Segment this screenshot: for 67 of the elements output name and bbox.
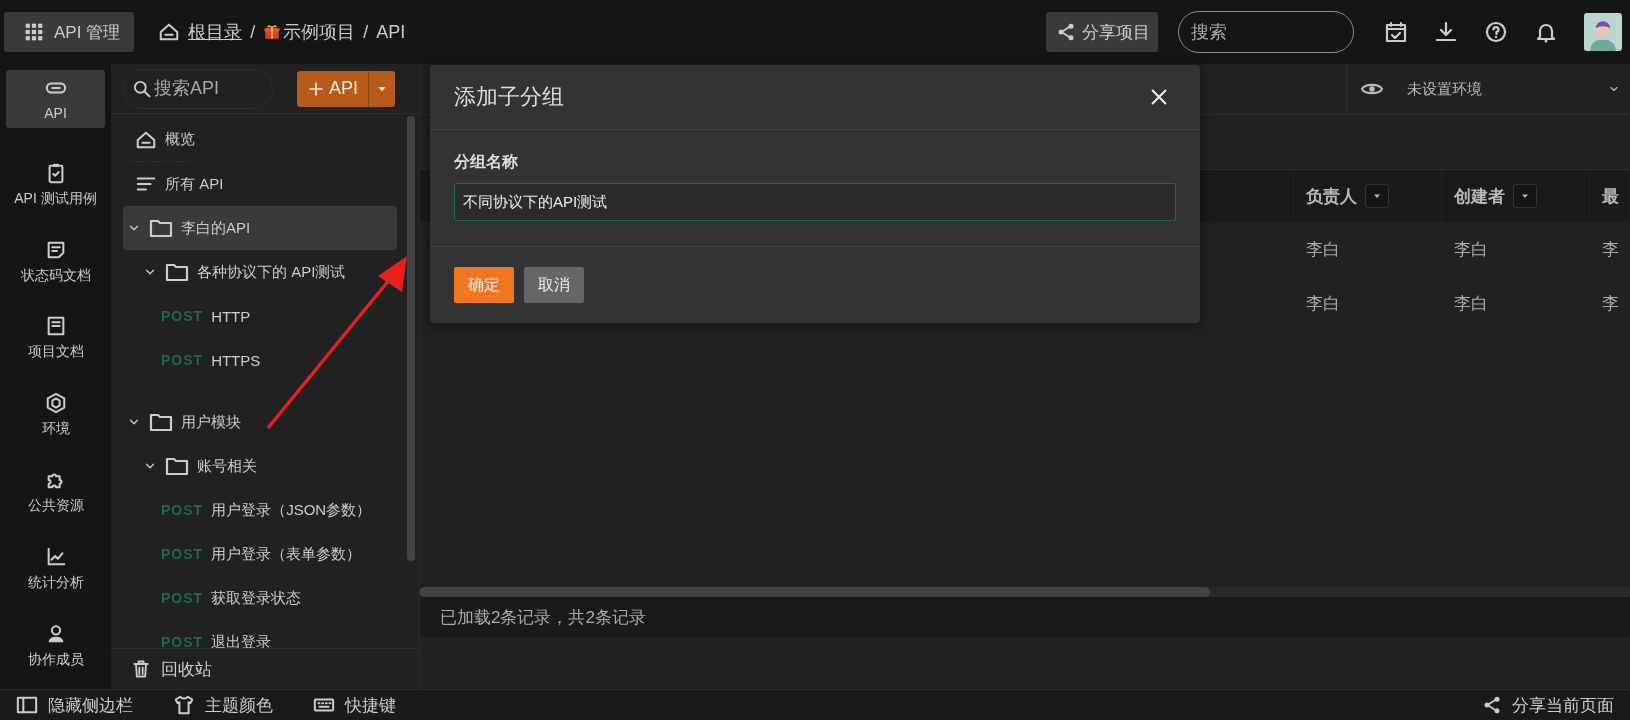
column-header[interactable]: 最 bbox=[1590, 170, 1630, 222]
search-field[interactable]: 搜索 bbox=[1178, 11, 1354, 53]
cube-icon bbox=[44, 392, 67, 415]
nav-item[interactable]: 协作成员 bbox=[6, 608, 105, 683]
breadcrumb-current: API bbox=[376, 21, 406, 43]
filter-dropdown-button[interactable] bbox=[1513, 184, 1537, 208]
plus-icon bbox=[307, 79, 325, 98]
sidebar-icon bbox=[16, 694, 38, 716]
table-cell-text: 李白 bbox=[1305, 292, 1341, 315]
tree-item[interactable]: 用户模块 bbox=[123, 400, 241, 444]
share-icon bbox=[1056, 22, 1076, 42]
nav-item[interactable]: API bbox=[6, 70, 105, 128]
group-name-field[interactable]: 不同协议下的API测试 bbox=[454, 183, 1176, 221]
environment-selector[interactable]: 未设置环境 bbox=[1346, 64, 1630, 114]
footer-action[interactable]: 隐藏侧边栏 bbox=[16, 693, 133, 717]
field-label: 分组名称 bbox=[454, 152, 519, 172]
nav-item[interactable]: 统计分析 bbox=[6, 531, 105, 607]
nav-item[interactable]: 环境 bbox=[6, 377, 105, 453]
search-field[interactable]: 搜索API bbox=[123, 68, 273, 109]
nav-item[interactable]: 状态码文档 bbox=[6, 224, 105, 300]
breadcrumb-separator: / bbox=[250, 21, 256, 43]
column-header[interactable]: 创建者 bbox=[1442, 170, 1590, 222]
avatar[interactable] bbox=[1584, 13, 1622, 51]
tree-item[interactable]: POST 退出登录 bbox=[123, 620, 272, 648]
dialog-title: 添加子分组 bbox=[454, 83, 564, 111]
tree-item[interactable]: POST 获取登录状态 bbox=[123, 576, 302, 620]
share-icon bbox=[1482, 695, 1502, 715]
tree-item[interactable]: 概览 bbox=[123, 118, 195, 162]
shirt-icon bbox=[173, 694, 195, 716]
column-header[interactable]: 负责人 bbox=[1294, 170, 1442, 222]
add-api-button[interactable]: API bbox=[297, 70, 395, 107]
table-cell-text: 李白 bbox=[1305, 238, 1341, 261]
nav-item[interactable]: 项目文档 bbox=[6, 301, 105, 376]
help-circle-icon[interactable] bbox=[1484, 20, 1508, 44]
table-cell-text: 李白 bbox=[1453, 238, 1489, 261]
cancel-button[interactable]: 取消 bbox=[524, 267, 584, 303]
table-cell-text: 李 bbox=[1601, 238, 1620, 261]
tree-item[interactable]: POST HTTPS bbox=[123, 338, 261, 382]
home-icon bbox=[158, 21, 181, 43]
status-text: 已加载2条记录，共2条记录 bbox=[420, 597, 1630, 637]
tree-item[interactable]: POST 用户登录（表单参数） bbox=[123, 532, 362, 576]
nav-item[interactable]: 公共资源 bbox=[6, 454, 105, 530]
breadcrumb-link[interactable]: 示例项目 bbox=[263, 20, 356, 44]
table-cell-text: 李 bbox=[1601, 292, 1620, 315]
footer-action[interactable]: 主题颜色 bbox=[173, 693, 273, 717]
share-page-link[interactable]: 分享当前页面 bbox=[1482, 693, 1614, 717]
calendar-check-icon[interactable] bbox=[1384, 20, 1408, 44]
filter-dropdown-button[interactable] bbox=[1365, 184, 1389, 208]
table-cell-text: 李白 bbox=[1453, 292, 1489, 315]
nav-item[interactable]: API 测试用例 bbox=[6, 147, 105, 223]
tree-item[interactable]: 所有 API bbox=[123, 162, 224, 206]
grid-icon bbox=[24, 22, 44, 42]
tree-item[interactable]: POST HTTP bbox=[123, 294, 251, 338]
tree-item[interactable]: 各种协议下的 API测试 bbox=[123, 250, 346, 294]
horizontal-scrollbar[interactable] bbox=[420, 587, 1210, 597]
share-project-button[interactable]: 分享项目 bbox=[1046, 12, 1158, 52]
tree-item[interactable]: POST 用户登录（JSON参数） bbox=[123, 488, 372, 532]
trash-icon bbox=[131, 659, 151, 679]
breadcrumb-separator: / bbox=[363, 21, 369, 43]
footer-action[interactable]: 快捷键 bbox=[313, 693, 396, 717]
gift-icon bbox=[263, 23, 282, 41]
menu-button[interactable]: API 管理 bbox=[4, 12, 135, 52]
tree-item[interactable]: 李白的API bbox=[123, 206, 397, 250]
download-icon[interactable] bbox=[1434, 20, 1458, 44]
scrollbar[interactable] bbox=[407, 116, 415, 561]
tree-item[interactable]: 账号相关 bbox=[123, 444, 257, 488]
search-icon bbox=[132, 78, 152, 99]
